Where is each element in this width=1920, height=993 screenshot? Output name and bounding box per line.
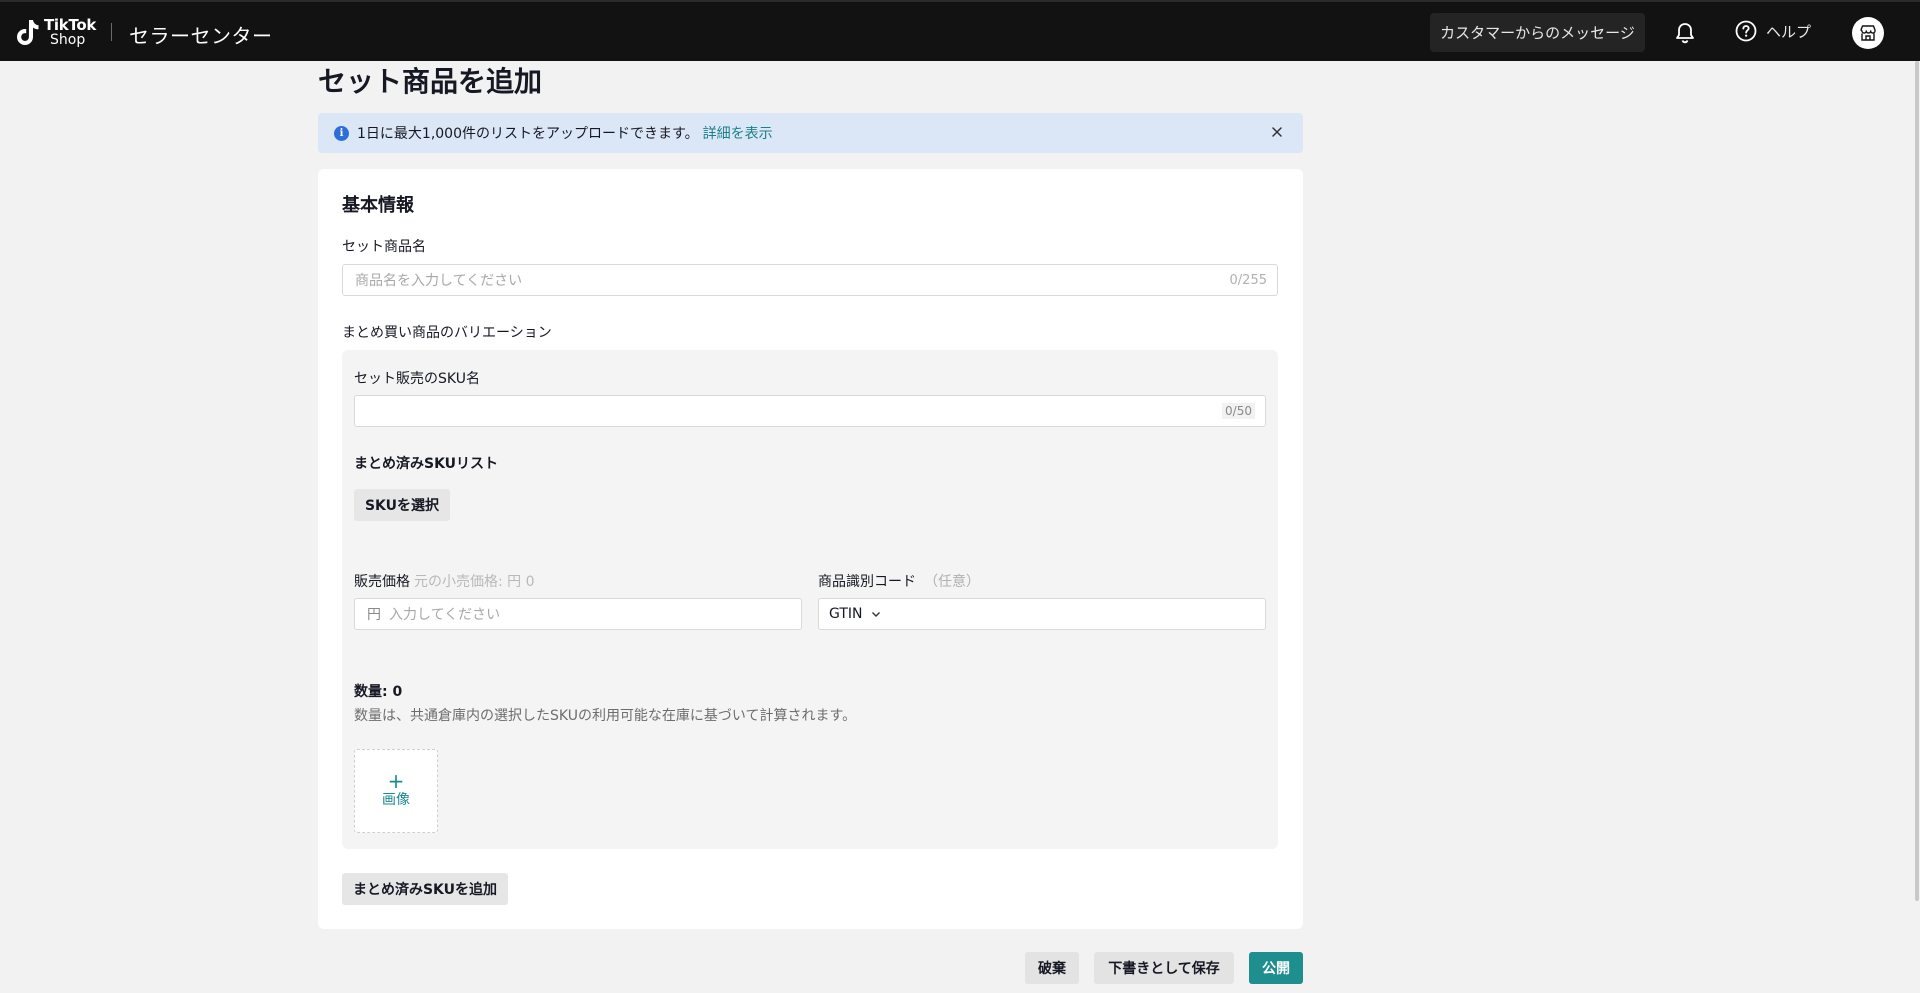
original-price-hint: 元の小売価格: 円 0 <box>414 574 535 590</box>
bell-icon[interactable] <box>1673 21 1697 45</box>
top-bar: TikTok Shop セラーセンター カスタマーからのメッセージ ヘルプ <box>0 0 1920 61</box>
sku-name-label: セット販売のSKU名 <box>354 371 480 387</box>
variation-label: まとめ買い商品のバリエーション <box>342 325 552 341</box>
quantity-description: 数量は、共通倉庫内の選択したSKUの利用可能な在庫に基づいて計算されます。 <box>354 708 857 724</box>
store-icon <box>1860 25 1876 41</box>
app-title: セラーセンター <box>129 24 273 48</box>
optional-hint: （任意） <box>924 574 980 590</box>
upload-limit-banner: i 1日に最大1,000件のリストをアップロードできます。 詳細を表示 <box>318 113 1303 153</box>
add-bundled-sku-button[interactable]: まとめ済みSKUを追加 <box>342 873 508 905</box>
select-sku-button[interactable]: SKUを選択 <box>354 489 450 521</box>
product-code-label-row: 商品識別コード （任意） <box>818 571 980 591</box>
close-icon[interactable] <box>1269 124 1285 140</box>
price-label-row: 販売価格 元の小売価格: 円 0 <box>354 571 535 591</box>
price-label: 販売価格 <box>354 574 410 590</box>
save-draft-button[interactable]: 下書きとして保存 <box>1094 952 1234 984</box>
logo-text-shop: Shop <box>50 32 86 48</box>
product-name-placeholder: 商品名を入力してください <box>355 273 523 289</box>
basic-info-card: 基本情報 セット商品名 商品名を入力してください 0/255 まとめ買い商品のバ… <box>318 169 1303 929</box>
price-placeholder: 入力してください <box>389 607 501 623</box>
variation-panel: セット販売のSKU名 0/50 まとめ済みSKUリスト SKUを選択 販売価格元… <box>342 350 1278 849</box>
price-input[interactable]: 円 入力してください <box>354 598 802 630</box>
image-upload-button[interactable]: + 画像 <box>354 749 438 833</box>
banner-text: 1日に最大1,000件のリストをアップロードできます。 <box>357 126 699 142</box>
sku-list-label: まとめ済みSKUリスト <box>354 456 499 472</box>
sku-name-counter: 0/50 <box>1222 403 1255 419</box>
chevron-down-icon[interactable] <box>870 608 882 620</box>
help-button[interactable]: ヘルプ <box>1735 20 1811 42</box>
section-title: 基本情報 <box>342 195 414 216</box>
product-code-label: 商品識別コード <box>818 574 916 590</box>
product-name-counter: 0/255 <box>1229 272 1267 288</box>
scrollbar-thumb[interactable] <box>1915 61 1919 901</box>
product-name-input[interactable]: 商品名を入力してください 0/255 <box>342 264 1278 296</box>
product-name-label: セット商品名 <box>342 239 426 255</box>
discard-button[interactable]: 破棄 <box>1025 952 1079 984</box>
store-avatar[interactable] <box>1852 17 1884 49</box>
quantity-title: 数量: 0 <box>354 684 403 700</box>
product-code-input[interactable]: GTIN <box>818 598 1266 630</box>
info-icon: i <box>334 125 349 141</box>
header-divider <box>111 23 112 41</box>
page-title: セット商品を追加 <box>318 65 543 98</box>
help-label: ヘルプ <box>1766 22 1812 41</box>
tiktok-shop-logo[interactable]: TikTok Shop <box>14 16 98 50</box>
customer-messages-button[interactable]: カスタマーからのメッセージ <box>1430 13 1645 52</box>
sku-name-input[interactable]: 0/50 <box>354 395 1266 427</box>
image-upload-label: 画像 <box>382 792 410 808</box>
help-icon <box>1735 20 1757 42</box>
plus-icon: + <box>387 769 405 793</box>
currency-prefix: 円 <box>367 607 381 623</box>
banner-details-link[interactable]: 詳細を表示 <box>703 123 773 143</box>
code-type-select[interactable]: GTIN <box>819 606 863 622</box>
logo-text-tiktok: TikTok <box>44 16 97 34</box>
tiktok-logo-icon <box>17 20 39 45</box>
publish-button[interactable]: 公開 <box>1249 952 1303 984</box>
